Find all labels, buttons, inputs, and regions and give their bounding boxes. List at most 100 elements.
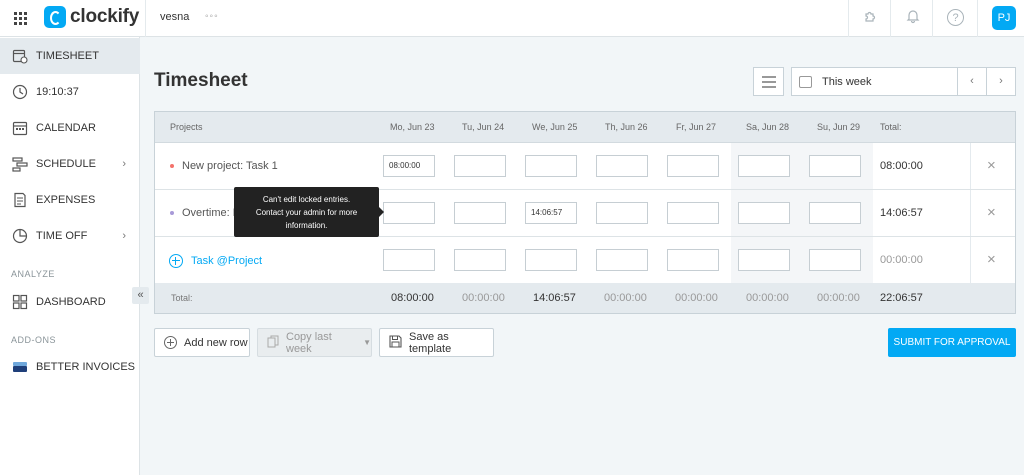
sidebar-item-timesheet[interactable]: TIMESHEET [0,38,140,74]
add-task-project-link[interactable]: Task @Project [169,254,262,268]
time-input[interactable] [525,155,577,177]
divider [970,237,971,283]
sidebar-item-time-off[interactable]: TIME OFF › [0,218,140,254]
help-icon[interactable]: ? [947,9,964,26]
time-input[interactable] [454,155,506,177]
close-icon[interactable]: × [987,157,996,174]
divider [890,0,891,37]
copy-icon [267,335,279,351]
dashboard-icon [12,294,28,310]
time-input[interactable] [454,202,506,224]
day-total: 08:00:00 [391,292,434,304]
copy-last-week-button[interactable]: Copy last week ▼ [257,328,372,357]
row-total: 14:06:57 [880,207,923,219]
add-circle-icon [164,336,177,349]
day-total: 00:00:00 [604,292,647,304]
close-icon[interactable]: × [987,251,996,268]
column-header-total: Total: [880,122,902,132]
column-header-day: Su, Jun 29 [817,122,861,132]
button-label: Save as template [409,330,452,355]
time-input[interactable] [667,202,719,224]
task-project-label: Task @Project [191,255,263,267]
project-color-dot [170,164,174,168]
invoice-icon [12,359,28,375]
time-input[interactable] [738,155,790,177]
apps-grid-icon[interactable] [14,12,27,25]
avatar[interactable]: PJ [992,6,1016,30]
sidebar-item-label: EXPENSES [36,194,96,206]
time-input[interactable] [596,155,648,177]
sidebar-item-schedule[interactable]: SCHEDULE › [0,146,140,182]
caret-down-icon: ▼ [363,338,371,347]
calendar-icon [799,75,812,88]
time-input[interactable] [809,249,861,271]
time-input[interactable] [667,249,719,271]
column-header-day: Fr, Jun 27 [676,122,717,132]
button-label: Add new row [184,336,248,349]
column-header-day: Tu, Jun 24 [462,122,505,132]
time-input[interactable] [383,249,435,271]
grand-total: 22:06:57 [880,292,923,304]
sidebar: TIMESHEET 19:10:37 CALENDAR SCHEDULE › E… [0,37,140,475]
sidebar-item-dashboard[interactable]: DASHBOARD [0,284,140,320]
project-cell[interactable]: Overtime: E [170,207,240,219]
time-input[interactable] [525,249,577,271]
project-cell[interactable]: New project: Task 1 [170,160,278,172]
time-input[interactable] [383,202,435,224]
sidebar-item-label: TIME OFF [36,230,88,242]
sidebar-item-calendar[interactable]: CALENDAR [0,110,140,146]
project-color-dot [170,211,174,215]
app-logo[interactable]: clockify [44,6,139,28]
sidebar-item-label: BETTER INVOICES [36,361,136,373]
clock-icon [12,84,28,100]
chevron-right-icon: › [122,230,126,242]
workspace-more-button[interactable]: ◦◦◦ [205,11,219,22]
project-name: Overtime: E [182,207,241,219]
sidebar-item-better-invoices[interactable]: BETTER INVOICES [0,349,140,385]
sidebar-item-timer[interactable]: 19:10:37 [0,74,140,110]
time-input[interactable] [667,155,719,177]
workspace-name[interactable]: vesna [160,11,189,23]
time-input[interactable]: 08:00:00 [383,155,435,177]
project-name: New project: Task 1 [182,160,278,172]
time-input[interactable] [738,202,790,224]
close-icon[interactable]: × [987,204,996,221]
divider [145,0,146,37]
add-circle-icon [169,254,183,268]
sidebar-item-label: TIMESHEET [36,50,99,62]
submit-for-approval-button[interactable]: SUBMIT FOR APPROVAL [888,328,1016,357]
tooltip-line: Contact your admin for more [255,208,358,217]
divider [932,0,933,37]
column-header-projects: Projects [170,122,203,132]
day-total: 00:00:00 [675,292,718,304]
section-label-analyze: ANALYZE [11,269,55,279]
time-input[interactable] [596,202,648,224]
time-input[interactable] [738,249,790,271]
time-input[interactable] [454,249,506,271]
column-header-day: Sa, Jun 28 [746,122,790,132]
bell-icon[interactable] [903,8,923,28]
divider [848,0,849,37]
list-view-button[interactable] [753,67,784,96]
tooltip-line: information. [285,221,328,230]
puzzle-icon[interactable] [861,8,881,28]
row-total: 08:00:00 [880,160,923,172]
brand-name: clockify [70,6,140,27]
row-total: 00:00:00 [880,254,923,266]
day-total: 14:06:57 [533,292,576,304]
sidebar-item-expenses[interactable]: EXPENSES [0,182,140,218]
calendar-icon [12,120,28,136]
collapse-sidebar-button[interactable]: « [132,287,149,304]
schedule-icon [12,156,28,172]
prev-week-button[interactable]: ‹ [957,68,986,95]
time-input[interactable] [596,249,648,271]
week-picker[interactable]: This week ‹ › [791,67,1016,96]
time-input[interactable] [809,155,861,177]
table-header: Projects Mo, Jun 23 Tu, Jun 24 We, Jun 2… [155,112,1015,143]
save-as-template-button[interactable]: Save as template [379,328,494,357]
next-week-button[interactable]: › [986,68,1015,95]
divider [977,0,978,37]
add-new-row-button[interactable]: Add new row [154,328,250,357]
time-input[interactable] [809,202,861,224]
time-input[interactable]: 14:06:57 [525,202,577,224]
